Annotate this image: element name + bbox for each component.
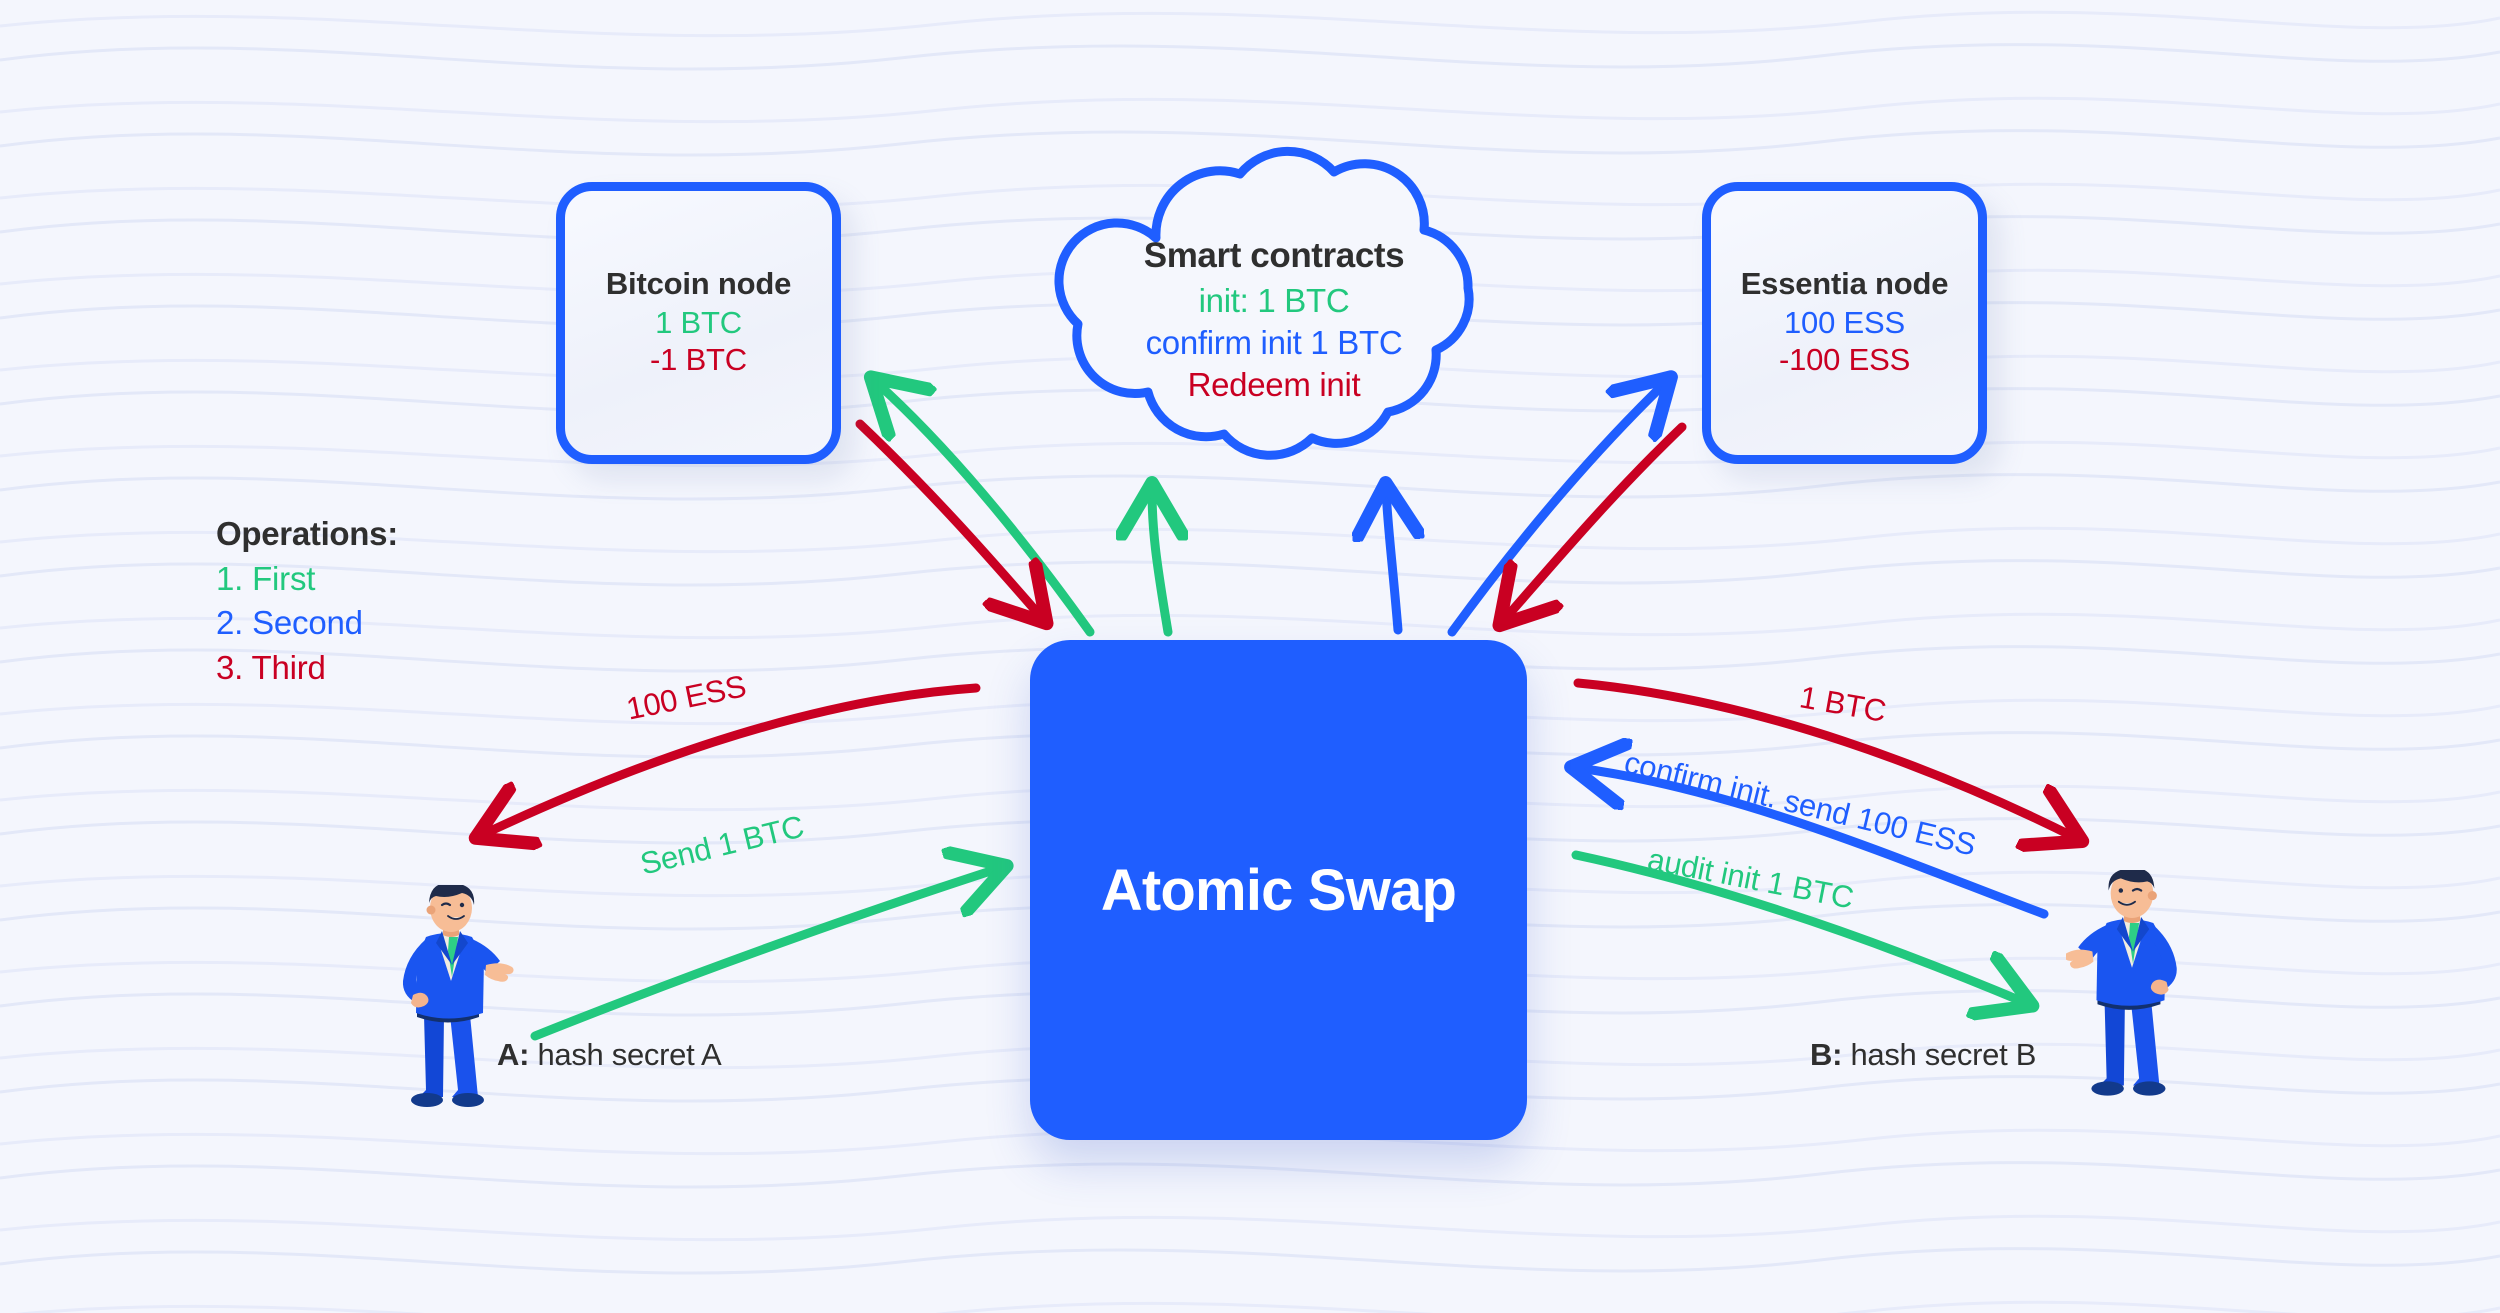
arrow-swap-to-cloud-blue [1386, 490, 1398, 635]
bitcoin-node-credit: 1 BTC [655, 305, 742, 341]
participant-b-label: B: hash secret B [1810, 1037, 2036, 1073]
operations-legend-item-second: 2. Second [216, 604, 363, 642]
participant-a-label: A: hash secret A [497, 1037, 722, 1073]
operations-legend-title: Operations: [216, 515, 398, 552]
smart-contracts-init: init: 1 BTC [1198, 282, 1350, 320]
participant-a-avatar [402, 885, 514, 1107]
diagram-canvas: Bitcoin node 1 BTC -1 BTC Essentia node … [0, 0, 2500, 1313]
smart-contracts-confirm: confirm init 1 BTC [1145, 324, 1403, 362]
smart-contracts-title: Smart contracts [1143, 236, 1405, 276]
operations-legend-item-first: 1. First [216, 559, 316, 597]
essentia-node-box[interactable]: Essentia node 100 ESS -100 ESS [1702, 182, 1987, 464]
operations-legend-item-third: 3. Third [216, 649, 326, 687]
bitcoin-node-box[interactable]: Bitcoin node 1 BTC -1 BTC [556, 182, 841, 464]
participant-a-prefix: A: [497, 1037, 530, 1072]
essentia-node-credit: 100 ESS [1784, 305, 1905, 341]
atomic-swap-box[interactable]: Atomic Swap [1030, 640, 1527, 1140]
operations-legend: Operations: 1. First 2. Second 3. Third [216, 512, 546, 691]
participant-a-text: hash secret A [529, 1037, 722, 1072]
bitcoin-node-title: Bitcoin node [605, 266, 792, 302]
bitcoin-node-debit: -1 BTC [650, 342, 747, 378]
arrow-participant-a-to-swap-green [530, 868, 1000, 1041]
essentia-node-title: Essentia node [1740, 266, 1949, 302]
essentia-node-debit: -100 ESS [1778, 342, 1911, 378]
participant-b-prefix: B: [1810, 1037, 1843, 1072]
smart-contracts-redeem: Redeem init [1187, 365, 1361, 403]
atomic-swap-label: Atomic Swap [1100, 857, 1457, 923]
participant-b-text: hash secret B [1842, 1037, 2037, 1072]
arrow-swap-to-participant-a-red [482, 683, 981, 835]
arrow-swap-to-cloud-green [1152, 490, 1168, 637]
participant-b-avatar [2066, 870, 2177, 1096]
smart-contracts-cloud[interactable]: Smart contracts init: 1 BTC confirm init… [1044, 138, 1504, 478]
